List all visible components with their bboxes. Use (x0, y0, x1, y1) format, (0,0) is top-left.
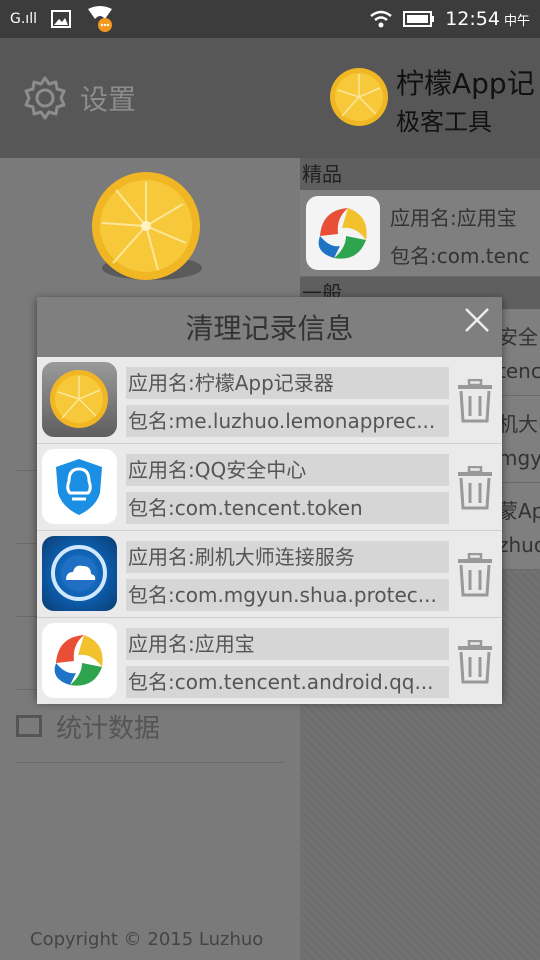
package-name-field: 包名:com.tencent.android.qq... (126, 666, 449, 698)
close-icon[interactable] (462, 305, 492, 335)
copyright-text: Copyright © 2015 Luzhuo (30, 929, 264, 950)
package-name-field: 包名:com.mgyun.shua.protec... (126, 579, 449, 611)
qq-security-icon (42, 449, 117, 524)
battery-icon (403, 11, 435, 27)
record-item: 应用名:刷机大师连接服务 包名:com.mgyun.shua.protec... (37, 531, 502, 618)
record-item: 应用名:QQ安全中心 包名:com.tencent.token (37, 444, 502, 531)
lemon-app-icon (330, 68, 388, 126)
app-name-field: 应用名:QQ安全中心 (126, 454, 449, 486)
list-item[interactable]: 应用名:应用宝 包名:com.tenc (300, 190, 540, 277)
yingyongbao-icon (306, 196, 380, 270)
app-subtitle: 极客工具 (396, 108, 492, 136)
drawer-title: 设置 (80, 83, 137, 116)
app-name-field: 应用名:应用宝 (126, 628, 449, 660)
gear-icon (24, 76, 66, 120)
app-name-field: 应用名:柠檬App记录器 (126, 367, 449, 399)
chart-icon (16, 715, 42, 737)
trash-icon[interactable] (455, 553, 495, 597)
lemon-app-icon (42, 362, 117, 437)
wifi-icon (370, 10, 392, 28)
lemon-logo (92, 172, 202, 280)
trash-icon[interactable] (455, 379, 495, 423)
trash-icon[interactable] (455, 466, 495, 510)
clock-period: 中午 (503, 13, 530, 29)
drawer-menu-label: 统计数据 (56, 713, 161, 744)
main-header: 柠檬App记 极客工具 (300, 38, 540, 158)
dialog-header: 清理记录信息 (37, 297, 502, 357)
trash-icon[interactable] (455, 640, 495, 684)
flash-master-icon (42, 536, 117, 611)
status-bar: G.ıll 12:54 中午 (0, 0, 540, 38)
section-header-featured: 精品 (300, 158, 540, 190)
record-item: 应用名:应用宝 包名:com.tencent.android.qq... (37, 618, 502, 704)
chat-notification-icon (87, 6, 112, 32)
clear-records-dialog: 清理记录信息 应用名:柠檬App记录器 包名:me.luzhuo.lemonap… (37, 297, 502, 704)
dialog-title: 清理记录信息 (185, 312, 354, 345)
image-notification-icon (50, 10, 71, 28)
signal-indicator: G.ıll (10, 11, 37, 27)
package-name-field: 包名:me.luzhuo.lemonapprec... (126, 405, 449, 437)
app-name-field: 应用名:刷机大师连接服务 (126, 541, 449, 573)
package-name-field: 包名:com.tencent.token (126, 492, 449, 524)
drawer-header[interactable]: 设置 (0, 38, 300, 158)
record-item: 应用名:柠檬App记录器 包名:me.luzhuo.lemonapprec... (37, 357, 502, 444)
app-title: 柠檬App记 (396, 67, 535, 100)
clock: 12:54 (445, 8, 500, 30)
yingyongbao-icon (42, 623, 117, 698)
